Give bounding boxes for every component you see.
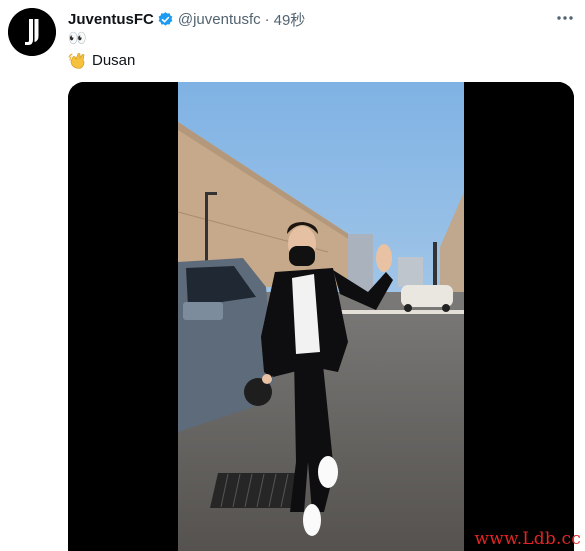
watermark: www.Ldb.cc <box>474 529 581 549</box>
video-frame <box>68 82 574 551</box>
juventus-logo-icon <box>8 8 56 56</box>
video-scene <box>177 82 464 551</box>
tweet-text-line1: 👀 <box>68 30 87 47</box>
tweet-text-dusan: Dusan <box>92 52 136 69</box>
avatar[interactable] <box>8 8 56 56</box>
tweet-header: JuventusFC @juventusfc · 49秒 <box>68 9 305 29</box>
tweet-text-line2: Dusan <box>68 51 135 71</box>
tweet-media-video[interactable] <box>68 82 574 551</box>
waving-hand-icon <box>68 51 88 71</box>
more-horizontal-icon <box>557 16 573 20</box>
verified-badge-icon <box>157 11 174 28</box>
more-options-button[interactable] <box>555 10 575 26</box>
timestamp[interactable]: 49秒 <box>274 9 306 30</box>
handle[interactable]: @juventusfc <box>178 11 261 28</box>
separator-dot: · <box>264 10 270 28</box>
display-name[interactable]: JuventusFC <box>68 11 154 28</box>
